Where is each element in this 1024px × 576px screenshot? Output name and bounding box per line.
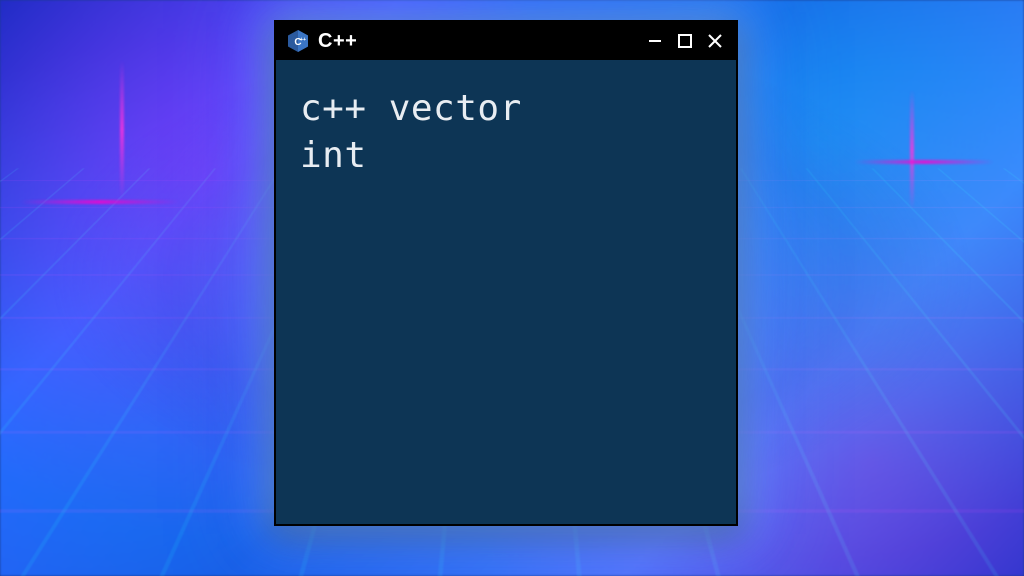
cpp-logo-icon: C ++ [286, 29, 310, 53]
window-controls [644, 30, 726, 52]
neon-line [910, 90, 914, 210]
minimize-button[interactable] [644, 30, 666, 52]
editor-content[interactable]: c++ vector int [276, 60, 736, 206]
svg-text:++: ++ [300, 37, 306, 43]
close-button[interactable] [704, 30, 726, 52]
titlebar[interactable]: C ++ C++ [276, 22, 736, 60]
neon-line [120, 60, 124, 200]
neon-line [20, 200, 180, 204]
neon-line [854, 160, 994, 164]
maximize-button[interactable] [674, 30, 696, 52]
app-window: C ++ C++ c++ vector int [274, 20, 738, 526]
window-title: C++ [318, 30, 636, 53]
